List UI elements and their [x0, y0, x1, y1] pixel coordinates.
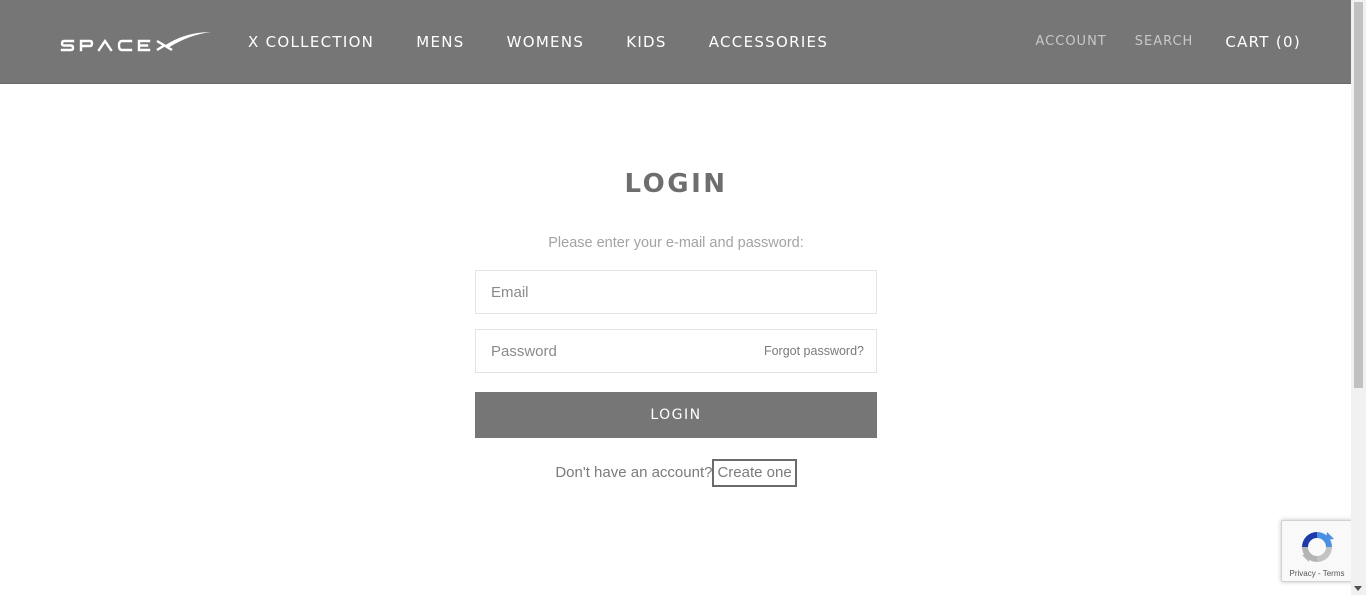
password-field[interactable] — [476, 330, 751, 372]
nav-kids[interactable]: KIDS — [626, 33, 667, 51]
login-button[interactable]: LOGIN — [475, 392, 877, 438]
password-field-wrapper: Forgot password? — [475, 329, 877, 373]
recaptcha-terms-link[interactable]: Terms — [1323, 569, 1345, 578]
login-subtitle: Please enter your e-mail and password: — [548, 235, 804, 251]
site-header: X COLLECTION MENS WOMENS KIDS ACCESSORIE… — [0, 0, 1351, 84]
email-field[interactable] — [476, 271, 751, 313]
forgot-password-link[interactable]: Forgot password? — [764, 330, 864, 372]
page: X COLLECTION MENS WOMENS KIDS ACCESSORIE… — [0, 0, 1366, 595]
recaptcha-privacy-link[interactable]: Privacy — [1290, 569, 1316, 578]
cart-link[interactable]: CART (0) — [1225, 33, 1301, 51]
nav-mens[interactable]: MENS — [416, 33, 464, 51]
create-account-link[interactable]: Create one — [712, 459, 797, 487]
email-field-wrapper — [475, 270, 877, 314]
spacex-logo[interactable] — [60, 30, 212, 54]
recaptcha-separator: - — [1315, 569, 1323, 578]
nav-x-collection[interactable]: X COLLECTION — [248, 33, 374, 51]
recaptcha-links: Privacy - Terms — [1282, 569, 1352, 578]
recaptcha-badge[interactable]: Privacy - Terms — [1281, 520, 1353, 582]
scroll-down-arrow-icon[interactable] — [1354, 586, 1362, 591]
main-nav: X COLLECTION MENS WOMENS KIDS ACCESSORIE… — [248, 0, 870, 83]
signup-prompt: Don't have an account? Create one — [475, 459, 877, 487]
account-link[interactable]: ACCOUNT — [1036, 34, 1107, 49]
scrollbar-thumb[interactable] — [1354, 2, 1363, 388]
login-form: LOGIN Please enter your e-mail and passw… — [475, 160, 877, 487]
search-link[interactable]: SEARCH — [1135, 34, 1194, 49]
spacex-logo-icon — [60, 32, 211, 52]
nav-womens[interactable]: WOMENS — [507, 33, 585, 51]
header-actions: ACCOUNT SEARCH CART (0) — [1008, 0, 1302, 83]
scrollbar[interactable] — [1351, 0, 1366, 595]
recaptcha-icon — [1302, 532, 1334, 562]
no-account-text: Don't have an account? — [555, 464, 713, 481]
page-title: LOGIN — [624, 169, 728, 199]
nav-accessories[interactable]: ACCESSORIES — [709, 33, 828, 51]
